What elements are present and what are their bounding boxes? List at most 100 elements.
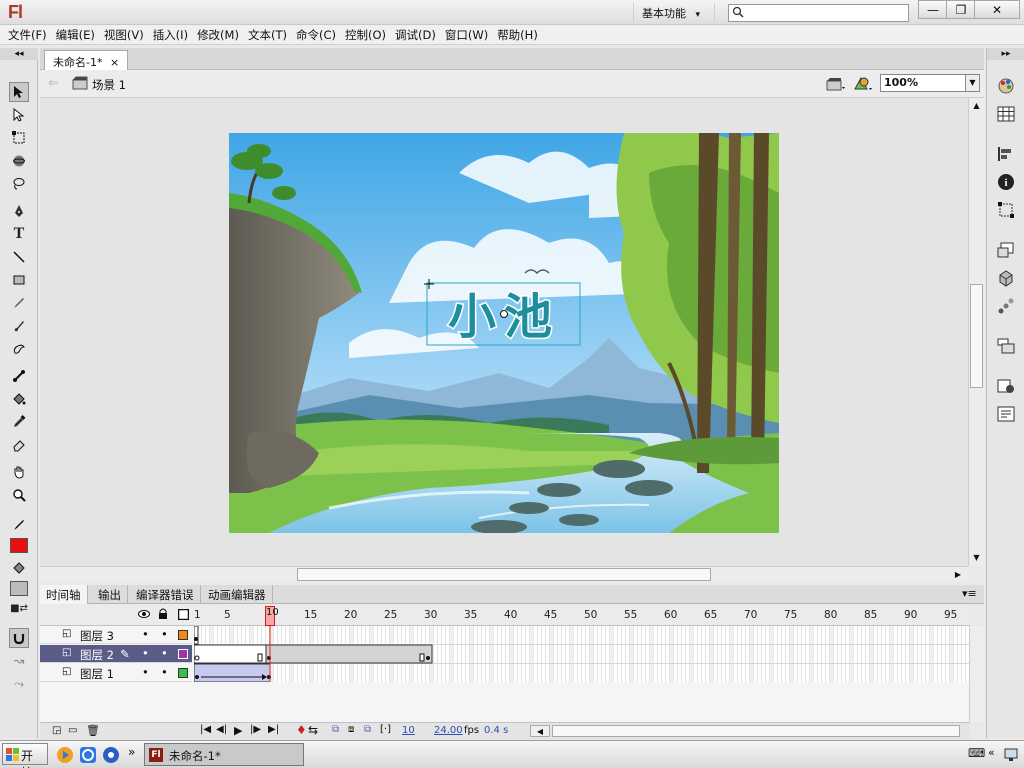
menu-insert[interactable]: 插入(I) — [151, 27, 195, 43]
eraser-tool-icon[interactable] — [9, 435, 29, 455]
scroll-down-icon[interactable]: ▼ — [969, 550, 984, 566]
delete-icon[interactable]: 🗑 — [86, 724, 100, 737]
layer-name[interactable]: 图层 2 — [80, 647, 114, 663]
restore-button[interactable]: ❐ — [946, 0, 976, 19]
tab-output[interactable]: 输出 — [92, 585, 128, 604]
layer-name[interactable]: 图层 1 — [80, 666, 114, 682]
line-tool-icon[interactable] — [9, 247, 29, 267]
menu-debug[interactable]: 调试(D) — [393, 27, 443, 43]
movie-explorer-icon[interactable] — [996, 376, 1016, 396]
tab-motion-editor[interactable]: 动画编辑器 — [202, 585, 273, 604]
timeline-vertical-scrollbar[interactable] — [969, 626, 984, 722]
pen-tool-icon[interactable] — [9, 201, 29, 221]
current-frame-value[interactable]: 10 — [402, 725, 415, 736]
edit-scene-icon[interactable] — [826, 76, 846, 92]
network-icon[interactable] — [1004, 746, 1020, 762]
scroll-left-icon[interactable]: ◀ — [530, 725, 550, 737]
menu-control[interactable]: 控制(O) — [343, 27, 393, 43]
fill-color-swatch[interactable] — [9, 578, 29, 598]
onion-skin-icon[interactable]: ⧉ — [332, 724, 339, 735]
subselection-tool-icon[interactable] — [9, 105, 29, 125]
settings-app-icon[interactable] — [102, 746, 120, 764]
scroll-thumb[interactable] — [297, 568, 711, 581]
brush-tool-icon[interactable] — [9, 316, 29, 336]
menu-text[interactable]: 文本(T) — [246, 27, 294, 43]
selection-tool-icon[interactable] — [9, 82, 29, 102]
actions-panel-icon[interactable] — [996, 404, 1016, 424]
lock-dot[interactable]: • — [161, 665, 168, 679]
stroke-color-icon[interactable] — [9, 515, 29, 535]
swatches-panel-icon[interactable] — [996, 104, 1016, 124]
keyboard-icon[interactable]: ⌨ — [968, 746, 985, 760]
menu-modify[interactable]: 修改(M) — [195, 27, 246, 43]
info-panel-icon[interactable]: i — [996, 172, 1016, 192]
deco-tool-icon[interactable] — [9, 339, 29, 359]
browser-icon[interactable] — [79, 746, 97, 764]
taskbar-item-flash[interactable]: Fl 未命名-1* — [144, 743, 304, 766]
menu-edit[interactable]: 编辑(E) — [54, 27, 102, 43]
frame-rate-value[interactable]: 24.00 — [434, 725, 463, 736]
align-panel-icon[interactable] — [996, 144, 1016, 164]
layer-name[interactable]: 图层 3 — [80, 628, 114, 644]
straighten-icon[interactable]: ⤳ — [9, 674, 29, 694]
visibility-dot[interactable]: • — [142, 627, 149, 641]
paint-bucket-tool-icon[interactable] — [9, 389, 29, 409]
pencil-tool-icon[interactable] — [9, 293, 29, 313]
lock-dot[interactable]: • — [161, 646, 168, 660]
layer-row[interactable]: ◱ 图层 3 • • — [40, 626, 192, 644]
stroke-color-swatch[interactable] — [9, 535, 29, 555]
stage-canvas[interactable]: 小池 — [229, 133, 779, 533]
more-icon[interactable]: » — [128, 745, 135, 759]
panel-collapse-icon[interactable]: ◂◂ — [0, 48, 38, 60]
frames-grid[interactable] — [194, 626, 970, 682]
center-frame-icon[interactable]: ♦ — [296, 723, 307, 737]
swap-colors-icon[interactable]: ■⇄ — [9, 598, 29, 618]
transform-panel-icon[interactable] — [996, 200, 1016, 220]
tab-timeline[interactable]: 时间轴 — [40, 585, 88, 604]
layer-color-swatch[interactable] — [178, 649, 188, 659]
scroll-right-icon[interactable]: ▶ — [950, 567, 966, 582]
scroll-thumb[interactable] — [970, 284, 983, 388]
tab-compiler-errors[interactable]: 编译器错误 — [130, 585, 201, 604]
layer-row[interactable]: ◱ 图层 1 • • — [40, 664, 192, 682]
free-transform-tool-icon[interactable] — [9, 128, 29, 148]
start-button[interactable]: 开始 — [2, 743, 48, 768]
layer-row[interactable]: ◱ 图层 2 ✎ • • — [40, 645, 192, 663]
workspace-switcher[interactable]: 基本功能 ▾ — [633, 3, 715, 22]
text-tool-icon[interactable]: T — [9, 224, 29, 244]
behaviors-panel-icon[interactable] — [996, 296, 1016, 316]
tray-expand-icon[interactable]: « — [988, 746, 995, 759]
component-inspector-icon[interactable] — [996, 268, 1016, 288]
step-forward-icon[interactable]: |▶ — [250, 724, 261, 735]
stage-horizontal-scrollbar[interactable]: ▶ — [40, 566, 968, 582]
modify-markers-icon[interactable]: [·] — [380, 724, 391, 735]
edit-multiple-frames-icon[interactable]: ⧉ — [364, 724, 371, 735]
hand-tool-icon[interactable] — [9, 462, 29, 482]
media-player-icon[interactable] — [56, 746, 74, 764]
edit-symbols-icon[interactable] — [852, 75, 874, 93]
layer-color-swatch[interactable] — [178, 630, 188, 640]
menu-help[interactable]: 帮助(H) — [495, 27, 545, 43]
document-tab[interactable]: 未命名-1* × — [44, 50, 129, 70]
step-back-icon[interactable]: ◀| — [216, 724, 227, 735]
back-arrow-icon[interactable]: ⇐ — [48, 76, 59, 91]
zoom-select[interactable]: 100% ▼ — [880, 74, 980, 92]
playhead-handle[interactable]: 10 — [265, 606, 279, 626]
panel-expand-icon[interactable]: ▸▸ — [987, 48, 1024, 60]
components-panel-icon[interactable] — [996, 240, 1016, 260]
smooth-icon[interactable]: ↝ — [9, 651, 29, 671]
close-button[interactable]: ✕ — [974, 0, 1020, 19]
search-input[interactable] — [728, 4, 909, 22]
minimize-button[interactable]: — — [918, 0, 948, 19]
lasso-tool-icon[interactable] — [9, 174, 29, 194]
color-panel-icon[interactable] — [996, 76, 1016, 96]
fill-color-icon[interactable] — [9, 558, 29, 578]
new-layer-icon[interactable]: ◲ — [52, 725, 61, 736]
outline-icon[interactable] — [178, 609, 189, 620]
zoom-tool-icon[interactable] — [9, 485, 29, 505]
panel-menu-icon[interactable]: ▾≡ — [962, 587, 977, 600]
onion-skin-outlines-icon[interactable]: ⧈ — [348, 724, 354, 735]
lock-icon[interactable] — [158, 608, 168, 620]
go-to-first-frame-icon[interactable]: |◀ — [200, 724, 211, 735]
snap-to-objects-icon[interactable] — [9, 628, 29, 648]
